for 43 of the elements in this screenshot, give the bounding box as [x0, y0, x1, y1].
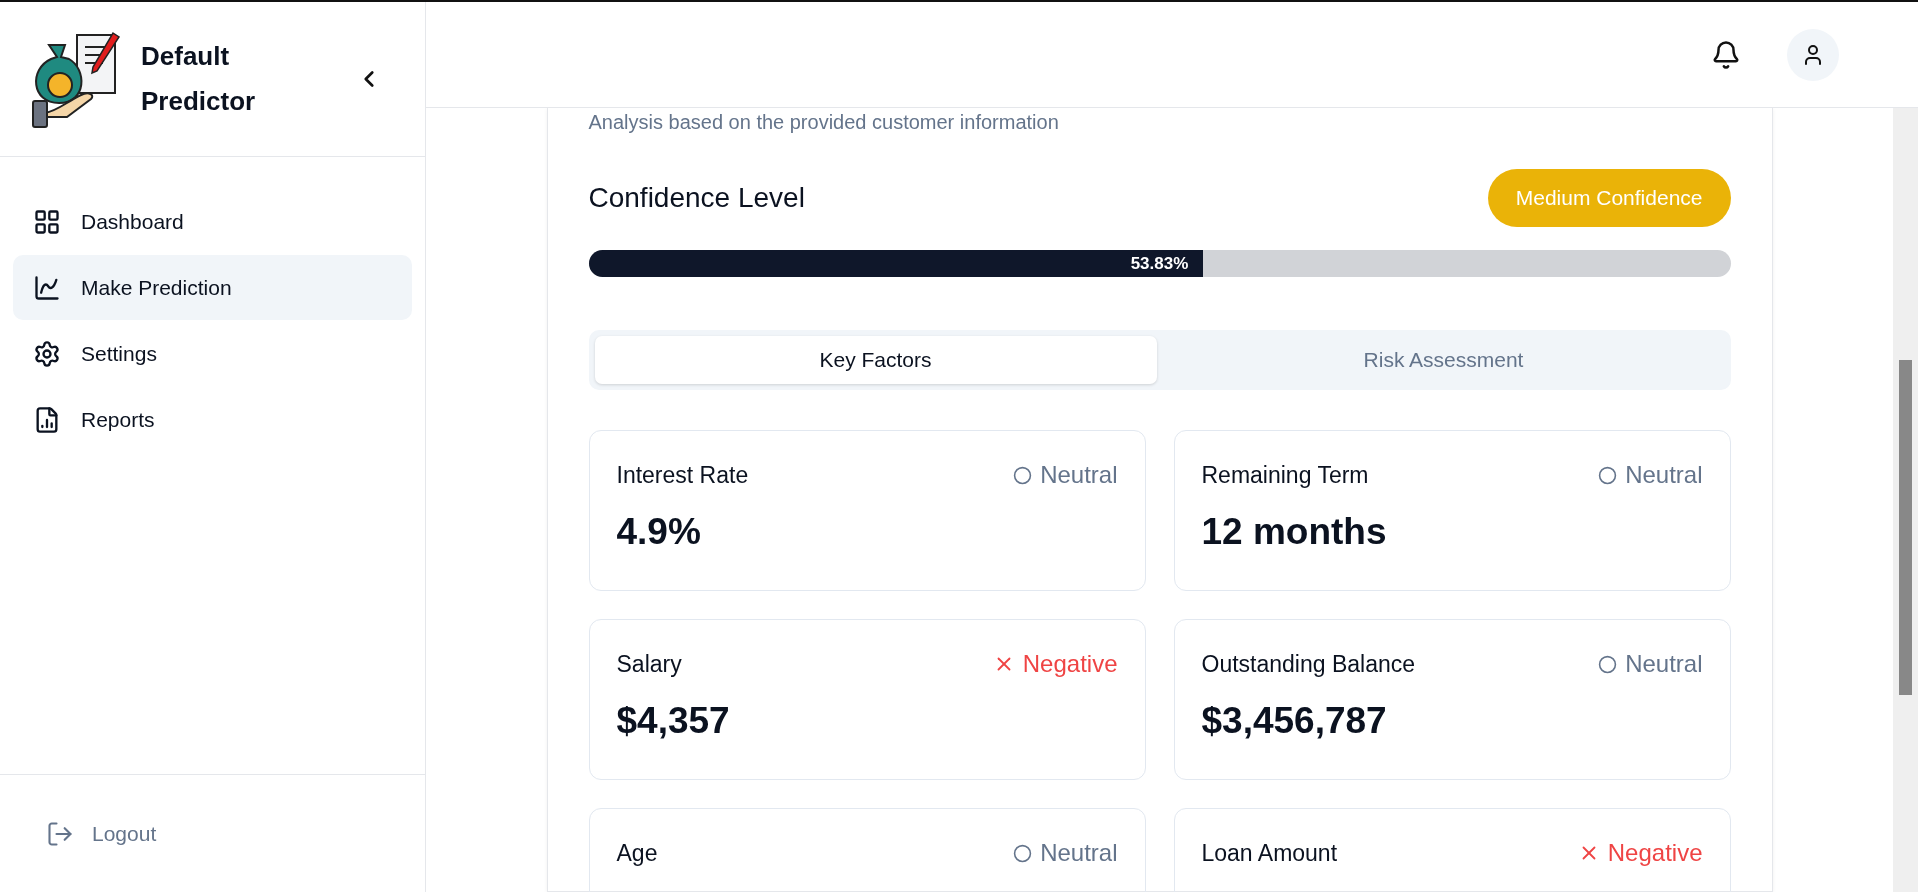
bell-icon — [1711, 39, 1741, 70]
factor-value: $4,357 — [616, 700, 731, 742]
notification-button[interactable] — [1711, 39, 1741, 70]
impact-label: Neutral — [1625, 650, 1703, 678]
factor-value: $3,456,787 — [1201, 700, 1388, 742]
circle-icon — [1598, 654, 1618, 674]
app-title: Default Predictor — [141, 40, 257, 118]
factor-label: Age — [616, 839, 658, 867]
factor-label: Remaining Term — [1201, 461, 1369, 489]
circle-icon — [1013, 465, 1033, 485]
nav-item[interactable]: Settings — [13, 321, 412, 386]
logout-icon — [46, 819, 74, 848]
impact-label: Negative — [1022, 650, 1118, 678]
circle-icon — [1013, 843, 1033, 863]
confidence-badge: Medium Confidence — [1487, 169, 1731, 227]
factor-label: Salary — [616, 650, 682, 678]
factor-label: Loan Amount — [1201, 839, 1338, 867]
card-subtitle: Analysis based on the provided customer information — [588, 110, 1060, 135]
circle-icon — [1598, 465, 1618, 485]
scrollbar[interactable] — [1893, 108, 1918, 892]
nav-label: Dashboard — [81, 209, 184, 234]
confidence-reading: 53.83% — [1130, 253, 1189, 274]
line-chart-icon — [33, 273, 61, 302]
impact-label: Neutral — [1040, 461, 1118, 489]
nav-item[interactable]: Dashboard — [13, 189, 412, 254]
factor-label: Outstanding Balance — [1201, 650, 1416, 678]
confidence-title: Confidence Level — [588, 182, 805, 214]
nav-label: Reports — [81, 407, 155, 432]
impact-label: Neutral — [1625, 461, 1703, 489]
nav-label: Settings — [81, 341, 157, 366]
impact-label: Neutral — [1040, 839, 1118, 867]
nav-item[interactable]: Reports — [13, 387, 412, 452]
factor-value: 12 months — [1201, 511, 1388, 553]
dashboard-icon — [33, 207, 61, 236]
impact-label: Negative — [1607, 839, 1703, 867]
tab[interactable]: Risk Assessment — [1162, 336, 1725, 384]
nav-label: Make Prediction — [81, 275, 232, 300]
nav-item[interactable]: Make Prediction — [13, 255, 412, 320]
logout-button[interactable]: Logout — [46, 819, 157, 848]
factor-label: Interest Rate — [616, 461, 749, 489]
settings-icon — [33, 339, 61, 368]
factor-value: 4.9% — [616, 511, 702, 553]
tab[interactable]: Key Factors — [594, 336, 1157, 384]
